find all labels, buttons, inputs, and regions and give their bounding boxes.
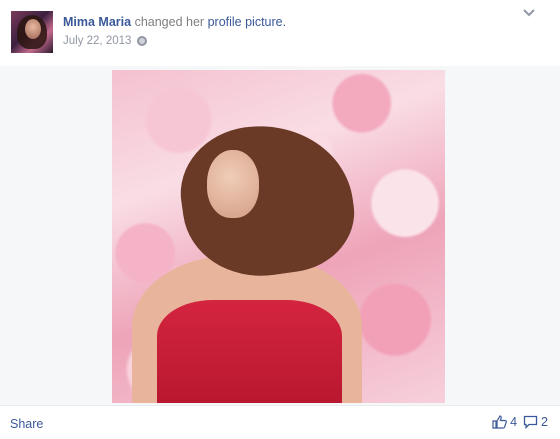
author-name[interactable]: Mima Maria xyxy=(63,15,131,29)
post-meta: July 22, 2013 xyxy=(63,35,148,47)
chevron-down-icon[interactable] xyxy=(522,8,536,18)
like-count-button[interactable]: 4 xyxy=(492,415,517,429)
post-date[interactable]: July 22, 2013 xyxy=(63,35,131,47)
post-headline: Mima Maria changed her profile picture. xyxy=(63,15,286,29)
comment-count-button[interactable]: 2 xyxy=(523,415,548,429)
globe-icon[interactable] xyxy=(137,36,148,46)
thumbs-up-icon xyxy=(492,415,507,429)
profile-photo[interactable] xyxy=(112,70,445,403)
avatar-face xyxy=(25,19,41,39)
comment-count: 2 xyxy=(541,415,548,429)
engagement-counts: 4 2 xyxy=(492,415,548,429)
comment-icon xyxy=(523,415,538,429)
profile-picture-link[interactable]: profile picture. xyxy=(208,15,287,29)
share-button[interactable]: Share xyxy=(10,417,43,431)
like-count: 4 xyxy=(510,415,518,429)
post-action-text: changed her xyxy=(134,15,205,29)
photo-face xyxy=(207,150,259,218)
post-footer: Share 4 2 xyxy=(0,405,560,439)
author-avatar[interactable] xyxy=(11,11,53,53)
photo-dress xyxy=(157,300,342,403)
post-header: Mima Maria changed her profile picture. … xyxy=(0,0,560,66)
